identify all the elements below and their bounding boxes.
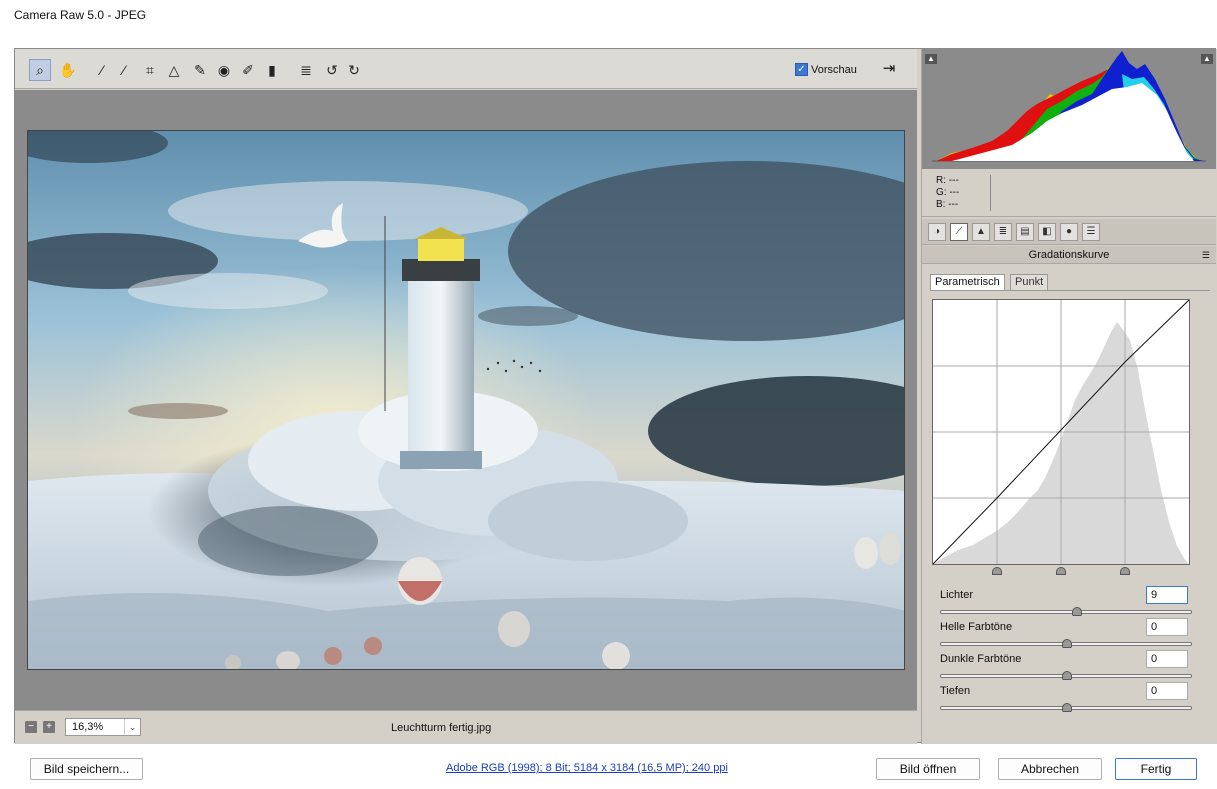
presets-tab-icon[interactable]: ☰ — [1082, 223, 1100, 241]
lens-corrections-tab-icon[interactable]: ◧ — [1038, 223, 1056, 241]
graduated-filter-icon[interactable]: ▮ — [261, 59, 283, 81]
slider-value-input[interactable]: 0 — [1146, 618, 1188, 636]
checkbox-checked-icon[interactable]: ✓ — [795, 63, 808, 76]
panel-title: Gradationskurve — [1028, 249, 1110, 261]
title-bar: Camera Raw 5.0 - JPEG — [0, 0, 1217, 30]
camera-raw-dialog: ⌕ ✋ ⁄ ⁄ ⌗ △ ✎ ◉ ✐ ▮ ≣ ↺ ↻ ✓ Vorschau ⇥ −… — [14, 48, 1217, 744]
color-sampler-tool-icon[interactable]: ⁄ — [113, 59, 135, 81]
straighten-tool-icon[interactable]: △ — [163, 59, 185, 81]
slider-thumb[interactable] — [1072, 607, 1083, 616]
hsl-tab-icon[interactable]: ≣ — [994, 223, 1012, 241]
zoom-out-icon[interactable]: − — [25, 721, 37, 733]
preview-canvas[interactable] — [15, 90, 917, 710]
split-marker-highlights[interactable] — [1120, 567, 1130, 575]
slider-value-input[interactable]: 9 — [1146, 586, 1188, 604]
file-name: Leuchtturm fertig.jpg — [391, 722, 492, 734]
panel-tabs: ◑ ⟋ ▲ ≣ ▤ ◧ ● ☰ — [922, 219, 1216, 245]
panel-menu-icon[interactable]: ☰ — [1202, 246, 1210, 264]
preview-image[interactable] — [27, 130, 905, 670]
slider-row: Lichter 9 — [940, 586, 1194, 621]
rotate-right-icon[interactable]: ↻ — [343, 59, 365, 81]
camera-calibration-tab-icon[interactable]: ● — [1060, 223, 1078, 241]
crop-tool-icon[interactable]: ⌗ — [139, 59, 161, 81]
slider-value-input[interactable]: 0 — [1146, 682, 1188, 700]
preferences-icon[interactable]: ≣ — [295, 59, 317, 81]
toolbar: ⌕ ✋ ⁄ ⁄ ⌗ △ ✎ ◉ ✐ ▮ ≣ ↺ ↻ ✓ Vorschau ⇥ — [15, 49, 917, 89]
tab-divider — [930, 290, 1210, 291]
readout-divider — [990, 175, 991, 211]
done-button[interactable]: Fertig — [1115, 758, 1197, 780]
preview-label: Vorschau — [811, 63, 857, 76]
slider-row: Helle Farbtöne 0 — [940, 618, 1194, 653]
tab-parametric-label: Parametrisch — [935, 276, 1000, 288]
slider-thumb[interactable] — [1062, 703, 1072, 712]
zoom-tool-icon[interactable]: ⌕ — [29, 59, 51, 81]
slider-track[interactable] — [940, 703, 1192, 712]
slider-value-input[interactable]: 0 — [1146, 650, 1188, 668]
tone-curve-graph[interactable] — [932, 299, 1190, 565]
zoom-level-select[interactable]: 16,3% ⌄ — [65, 718, 141, 736]
basic-tab-icon[interactable]: ◑ — [928, 223, 946, 241]
save-image-button[interactable]: Bild speichern... — [30, 758, 143, 780]
blue-readout: B: --- — [936, 199, 959, 210]
slider-label: Dunkle Farbtöne — [940, 653, 1022, 665]
preview-status-bar: − + 16,3% ⌄ Leuchtturm fertig.jpg — [15, 710, 917, 744]
slider-thumb[interactable] — [1062, 639, 1072, 648]
open-image-button[interactable]: Bild öffnen — [876, 758, 980, 780]
slider-label: Lichter — [940, 589, 974, 601]
tab-parametric[interactable]: Parametrisch — [930, 274, 1005, 291]
split-marker-shadows[interactable] — [992, 567, 1002, 575]
curve-split-markers — [932, 567, 1190, 579]
hand-tool-icon[interactable]: ✋ — [57, 59, 79, 81]
slider-track[interactable] — [940, 671, 1192, 680]
footer: Bild speichern... Adobe RGB (1998); 8 Bi… — [0, 745, 1217, 789]
chevron-down-icon[interactable]: ⌄ — [124, 719, 140, 735]
split-marker-midtones[interactable] — [1056, 567, 1066, 575]
slider-track[interactable] — [940, 639, 1192, 648]
rgb-readout: R: --- G: --- B: --- — [922, 169, 1216, 217]
tab-point-label: Punkt — [1015, 276, 1044, 288]
slider-label: Tiefen — [940, 685, 971, 697]
green-readout: G: --- — [936, 187, 960, 198]
red-readout: R: --- — [936, 175, 959, 186]
slider-row: Dunkle Farbtöne 0 — [940, 650, 1194, 685]
slider-label: Helle Farbtöne — [940, 621, 1013, 633]
slider-thumb[interactable] — [1062, 671, 1072, 680]
zoom-in-icon[interactable]: + — [43, 721, 55, 733]
panel-header: Gradationskurve ☰ — [922, 246, 1216, 264]
workflow-options-link[interactable]: Adobe RGB (1998); 8 Bit; 5184 x 3184 (16… — [446, 762, 728, 774]
detail-tab-icon[interactable]: ▲ — [972, 223, 990, 241]
fullscreen-toggle-icon[interactable]: ⇥ — [879, 59, 899, 79]
histogram: ▲ ▲ — [922, 49, 1216, 169]
window-title: Camera Raw 5.0 - JPEG — [14, 8, 147, 22]
retouch-tool-icon[interactable]: ✎ — [189, 59, 211, 81]
cancel-button[interactable]: Abbrechen — [998, 758, 1102, 780]
tab-point[interactable]: Punkt — [1010, 274, 1049, 291]
rotate-left-icon[interactable]: ↺ — [321, 59, 343, 81]
white-balance-tool-icon[interactable]: ⁄ — [91, 59, 113, 81]
split-toning-tab-icon[interactable]: ▤ — [1016, 223, 1034, 241]
preview-checkbox[interactable]: ✓ Vorschau — [795, 63, 857, 76]
tone-curve-tab-icon[interactable]: ⟋ — [950, 223, 968, 241]
slider-row: Tiefen 0 — [940, 682, 1194, 717]
adjustments-panel: ▲ ▲ R: --- G: --- B: --- ◑ ⟋ ▲ ≣ ▤ ◧ ● ☰… — [921, 49, 1217, 744]
zoom-level-value: 16,3% — [72, 721, 104, 733]
red-eye-tool-icon[interactable]: ◉ — [213, 59, 235, 81]
slider-track[interactable] — [940, 607, 1192, 616]
adjustment-brush-icon[interactable]: ✐ — [237, 59, 259, 81]
